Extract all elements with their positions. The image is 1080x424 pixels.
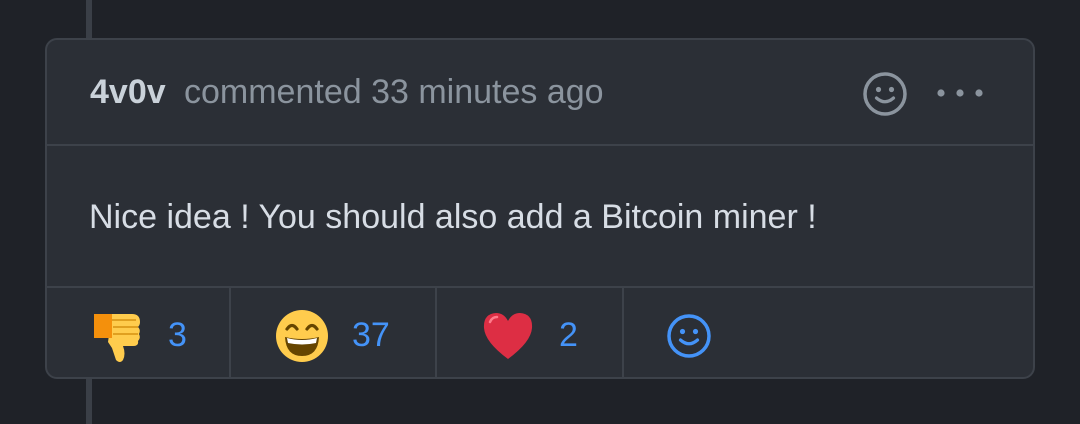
comment-card: 4v0v commented 33 minutes ago Nice idea … bbox=[45, 38, 1035, 379]
red-heart-icon bbox=[483, 313, 533, 359]
timeline: 4v0v commented 33 minutes ago Nice idea … bbox=[0, 0, 1080, 424]
reaction-smile[interactable]: 37 bbox=[231, 288, 437, 377]
comment-meta: commented 33 minutes ago bbox=[184, 73, 604, 111]
comment-author[interactable]: 4v0v bbox=[90, 70, 166, 114]
reaction-count: 3 bbox=[168, 316, 187, 354]
add-reaction-header-button[interactable] bbox=[862, 71, 908, 117]
comment-header: 4v0v commented 33 minutes ago bbox=[47, 40, 1033, 146]
smiley-icon bbox=[863, 72, 907, 116]
reaction-thumbs-down[interactable]: 3 bbox=[47, 288, 231, 377]
reaction-count: 37 bbox=[352, 316, 390, 354]
comment-body: Nice idea ! You should also add a Bitcoi… bbox=[89, 198, 817, 236]
more-options-button[interactable] bbox=[935, 74, 985, 112]
reaction-heart[interactable]: 2 bbox=[437, 288, 624, 377]
reactions-bar: 3 37 2 bbox=[47, 286, 1033, 377]
smiley-icon bbox=[667, 314, 711, 358]
kebab-horizontal-icon bbox=[937, 89, 983, 97]
thumbs-down-icon bbox=[94, 314, 140, 362]
reaction-count: 2 bbox=[559, 316, 578, 354]
add-reaction-button[interactable] bbox=[624, 288, 744, 377]
grinning-face-icon bbox=[276, 310, 328, 362]
